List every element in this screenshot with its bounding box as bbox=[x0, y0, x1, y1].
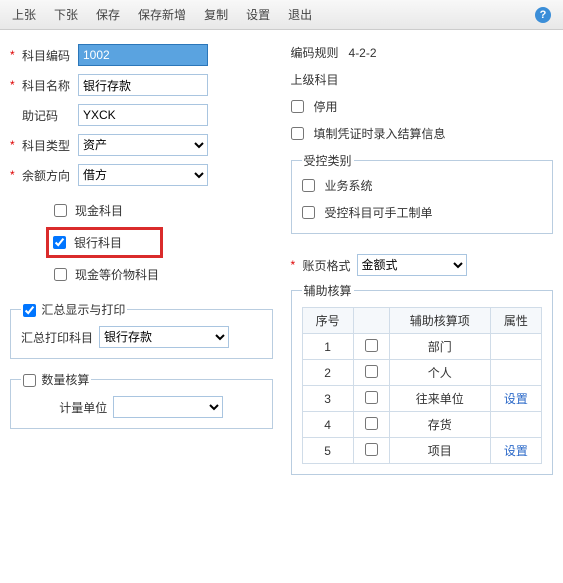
code-rule-value: 4-2-2 bbox=[349, 46, 377, 60]
aux-row-checkbox[interactable] bbox=[365, 417, 378, 430]
aux-attr bbox=[490, 334, 541, 360]
aux-seq: 1 bbox=[302, 334, 353, 360]
name-input[interactable] bbox=[78, 74, 208, 96]
aux-fieldset: 辅助核算 序号 辅助核算项 属性 1部门2个人3往来单位设置4存货5项目设置 bbox=[291, 282, 554, 475]
cash-label: 现金科目 bbox=[75, 202, 123, 219]
control-fieldset: 受控类别 业务系统 受控科目可手工制单 bbox=[291, 152, 554, 234]
cash-equiv-checkbox[interactable] bbox=[54, 268, 67, 281]
qty-toggle-checkbox[interactable] bbox=[23, 374, 36, 387]
cash-equiv-label: 现金等价物科目 bbox=[75, 266, 159, 283]
toolbar-exit[interactable]: 退出 bbox=[288, 6, 312, 23]
balance-label: 余额方向 bbox=[22, 167, 78, 184]
fill-settle-label: 填制凭证时录入结算信息 bbox=[314, 125, 446, 142]
toolbar-save-new[interactable]: 保存新增 bbox=[138, 6, 186, 23]
toolbar-next[interactable]: 下张 bbox=[54, 6, 78, 23]
required-marker: * bbox=[291, 258, 299, 272]
account-format-select[interactable]: 金额式 bbox=[357, 254, 467, 276]
right-column: 编码规则 4-2-2 上级科目 停用 填制凭证时录入结算信息 受控类别 业务系统… bbox=[291, 44, 554, 487]
aux-attr bbox=[490, 412, 541, 438]
cash-equiv-checkbox-row: 现金等价物科目 bbox=[54, 266, 273, 283]
qty-unit-select[interactable] bbox=[113, 396, 223, 418]
code-rule-label: 编码规则 bbox=[291, 44, 339, 61]
control-legend: 受控类别 bbox=[302, 152, 354, 169]
aux-seq: 2 bbox=[302, 360, 353, 386]
required-marker: * bbox=[10, 138, 18, 152]
cash-checkbox-row: 现金科目 bbox=[54, 202, 273, 219]
aux-item: 存货 bbox=[389, 412, 490, 438]
aux-item: 个人 bbox=[389, 360, 490, 386]
type-select[interactable]: 资产 bbox=[78, 134, 208, 156]
type-label: 科目类型 bbox=[22, 137, 78, 154]
aux-row-checkbox[interactable] bbox=[365, 443, 378, 456]
qty-unit-label: 计量单位 bbox=[59, 399, 107, 416]
aux-row-checkbox[interactable] bbox=[365, 365, 378, 378]
aux-seq: 4 bbox=[302, 412, 353, 438]
manual-checkbox[interactable] bbox=[302, 206, 315, 219]
table-row: 1 部门 bbox=[302, 334, 542, 360]
qty-legend-label: 数量核算 bbox=[41, 373, 89, 387]
cash-checkbox[interactable] bbox=[54, 204, 67, 217]
aux-attr bbox=[490, 360, 541, 386]
aux-attr-link[interactable]: 设置 bbox=[504, 444, 528, 458]
manual-label: 受控科目可手工制单 bbox=[325, 204, 433, 221]
table-row: 2 个人 bbox=[302, 360, 542, 386]
name-label: 科目名称 bbox=[22, 77, 78, 94]
biz-checkbox[interactable] bbox=[302, 179, 315, 192]
table-row: 5 项目设置 bbox=[302, 438, 542, 464]
aux-header-attr: 属性 bbox=[490, 308, 541, 334]
toolbar-prev[interactable]: 上张 bbox=[12, 6, 36, 23]
aux-item: 往来单位 bbox=[389, 386, 490, 412]
qty-fieldset: 数量核算 计量单位 bbox=[10, 371, 273, 429]
aux-row-checkbox[interactable] bbox=[365, 391, 378, 404]
summary-legend-label: 汇总显示与打印 bbox=[41, 303, 125, 317]
mnemonic-input[interactable] bbox=[78, 104, 208, 126]
summary-print-label: 汇总打印科目 bbox=[21, 329, 93, 346]
toolbar-save[interactable]: 保存 bbox=[96, 6, 120, 23]
toolbar-settings[interactable]: 设置 bbox=[246, 6, 270, 23]
table-row: 4 存货 bbox=[302, 412, 542, 438]
aux-header-seq: 序号 bbox=[302, 308, 353, 334]
disable-checkbox[interactable] bbox=[291, 100, 304, 113]
summary-toggle-checkbox[interactable] bbox=[23, 304, 36, 317]
help-icon[interactable]: ? bbox=[535, 7, 551, 23]
parent-label: 上级科目 bbox=[291, 71, 339, 88]
toolbar: 上张 下张 保存 保存新增 复制 设置 退出 ? bbox=[0, 0, 563, 30]
aux-attr: 设置 bbox=[490, 386, 541, 412]
mnemonic-label: 助记码 bbox=[22, 107, 78, 124]
table-row: 3 往来单位设置 bbox=[302, 386, 542, 412]
main-content: * 科目编码 * 科目名称 助记码 * 科目类型 资产 * 余额方向 借方 现金… bbox=[0, 30, 563, 497]
bank-label: 银行科目 bbox=[74, 234, 122, 251]
disable-label: 停用 bbox=[314, 98, 338, 115]
aux-attr: 设置 bbox=[490, 438, 541, 464]
balance-select[interactable]: 借方 bbox=[78, 164, 208, 186]
aux-row-checkbox[interactable] bbox=[365, 339, 378, 352]
required-marker: * bbox=[10, 78, 18, 92]
aux-header-row: 序号 辅助核算项 属性 bbox=[302, 308, 542, 334]
aux-attr-link[interactable]: 设置 bbox=[504, 392, 528, 406]
bank-checkbox[interactable] bbox=[53, 236, 66, 249]
summary-print-select[interactable]: 银行存款 bbox=[99, 326, 229, 348]
bank-highlight-box: 银行科目 bbox=[46, 227, 163, 258]
qty-legend: 数量核算 bbox=[21, 371, 91, 388]
code-input[interactable] bbox=[78, 44, 208, 66]
aux-legend: 辅助核算 bbox=[302, 282, 354, 299]
code-label: 科目编码 bbox=[22, 47, 78, 64]
toolbar-copy[interactable]: 复制 bbox=[204, 6, 228, 23]
aux-item: 部门 bbox=[389, 334, 490, 360]
aux-item: 项目 bbox=[389, 438, 490, 464]
account-format-label: 账页格式 bbox=[303, 257, 351, 274]
required-marker: * bbox=[10, 168, 18, 182]
required-marker: * bbox=[10, 48, 18, 62]
aux-seq: 3 bbox=[302, 386, 353, 412]
aux-header-chk bbox=[353, 308, 389, 334]
aux-table: 序号 辅助核算项 属性 1部门2个人3往来单位设置4存货5项目设置 bbox=[302, 307, 543, 464]
summary-fieldset: 汇总显示与打印 汇总打印科目 银行存款 bbox=[10, 301, 273, 359]
aux-header-item: 辅助核算项 bbox=[389, 308, 490, 334]
biz-label: 业务系统 bbox=[325, 177, 373, 194]
left-column: * 科目编码 * 科目名称 助记码 * 科目类型 资产 * 余额方向 借方 现金… bbox=[10, 44, 273, 487]
aux-seq: 5 bbox=[302, 438, 353, 464]
fill-settle-checkbox[interactable] bbox=[291, 127, 304, 140]
summary-legend: 汇总显示与打印 bbox=[21, 301, 127, 318]
